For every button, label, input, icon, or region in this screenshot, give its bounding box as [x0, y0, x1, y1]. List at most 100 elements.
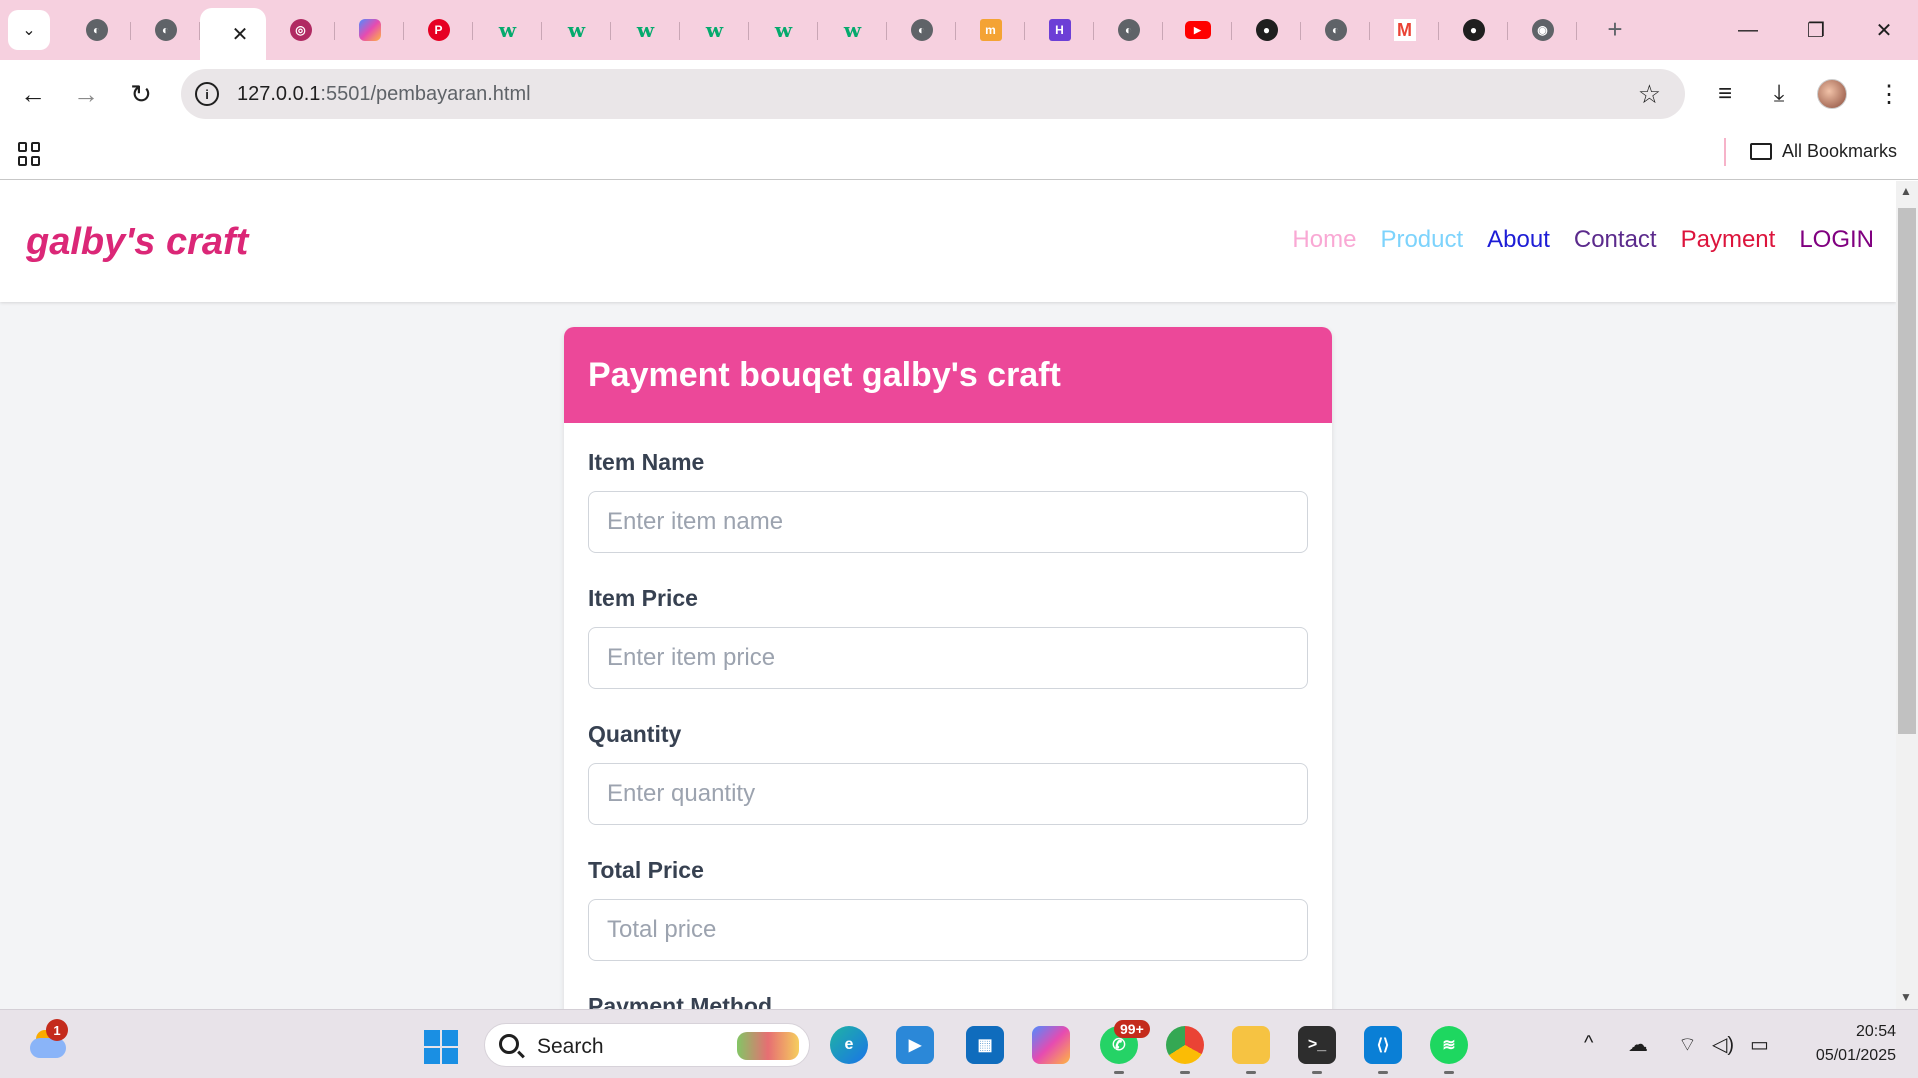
- weather-badge: 1: [46, 1019, 68, 1041]
- item-name-label: Item Name: [588, 449, 705, 475]
- tab[interactable]: w: [818, 8, 887, 52]
- w3schools-icon: w: [567, 18, 586, 42]
- file-explorer-icon[interactable]: [1232, 1026, 1270, 1064]
- nav-about[interactable]: About: [1487, 226, 1550, 254]
- tab[interactable]: w: [680, 8, 749, 52]
- download-icon[interactable]: ⤓: [1759, 74, 1799, 114]
- scroll-up-icon[interactable]: ▲: [1900, 184, 1912, 198]
- tab[interactable]: ▶: [1163, 8, 1232, 52]
- globe-icon: ◐: [910, 19, 933, 41]
- nav-contact[interactable]: Contact: [1574, 226, 1657, 254]
- site-nav: Home Product About Contact Payment LOGIN: [1292, 226, 1874, 254]
- chevron-up-icon[interactable]: ^: [1584, 1032, 1593, 1055]
- site-brand[interactable]: galby's craft: [26, 221, 248, 264]
- globe-icon: ◐: [154, 19, 177, 41]
- media-controls-icon[interactable]: ≡: [1705, 74, 1745, 114]
- w3schools-icon: w: [705, 18, 724, 42]
- minimize-button[interactable]: —: [1714, 0, 1782, 60]
- globe-icon: ◐: [1324, 19, 1347, 41]
- battery-icon[interactable]: ▭: [1750, 1032, 1769, 1057]
- nav-login[interactable]: LOGIN: [1799, 226, 1874, 254]
- restore-button[interactable]: ❐: [1782, 0, 1850, 60]
- site-info-icon[interactable]: i: [195, 82, 219, 106]
- w3schools-icon: w: [843, 18, 862, 42]
- vscode-icon[interactable]: ⟨⟩: [1364, 1026, 1402, 1064]
- nav-home[interactable]: Home: [1292, 226, 1356, 254]
- tab[interactable]: ◐: [131, 8, 200, 52]
- tab[interactable]: ◐: [1094, 8, 1163, 52]
- gmail-icon: M: [1393, 19, 1416, 41]
- onedrive-icon[interactable]: ☁: [1628, 1032, 1648, 1057]
- new-tab-button[interactable]: +: [1600, 14, 1630, 44]
- start-button[interactable]: [424, 1030, 458, 1064]
- moodle-icon: m: [979, 19, 1002, 41]
- tab-active[interactable]: ✕: [200, 8, 266, 60]
- clock-time: 20:54: [1855, 1023, 1896, 1040]
- close-tab-icon[interactable]: ✕: [232, 22, 249, 47]
- brain-icon: ◎: [289, 19, 312, 41]
- back-button[interactable]: ←: [13, 74, 53, 114]
- running-indicator: [1312, 1071, 1322, 1074]
- h-icon: H: [1048, 19, 1071, 41]
- tab[interactable]: M: [1370, 8, 1439, 52]
- terminal-icon[interactable]: >_: [1298, 1026, 1336, 1064]
- store-icon[interactable]: ▦: [966, 1026, 1004, 1064]
- tab-search-button[interactable]: ⌄: [8, 10, 50, 50]
- payment-form: Item Name Item Price Quantity Total Pric…: [564, 423, 1332, 1009]
- tab[interactable]: w: [749, 8, 818, 52]
- tab[interactable]: ●: [1439, 8, 1508, 52]
- taskbar-search[interactable]: Search: [484, 1023, 810, 1067]
- wifi-icon[interactable]: ⌔: [1678, 1032, 1697, 1057]
- tab[interactable]: w: [611, 8, 680, 52]
- youtube-icon: ▶: [1184, 21, 1211, 39]
- scroll-down-icon[interactable]: ▼: [1900, 990, 1912, 1004]
- quantity-label: Quantity: [588, 721, 682, 747]
- tab[interactable]: ◐: [62, 8, 131, 52]
- tab[interactable]: ◐: [1301, 8, 1370, 52]
- media-player-icon[interactable]: ▶: [896, 1026, 934, 1064]
- tab[interactable]: ◉: [1508, 8, 1577, 52]
- folder-icon: [1750, 143, 1772, 160]
- system-clock[interactable]: 20:54 05/01/2025: [1796, 1020, 1896, 1068]
- w3schools-icon: w: [498, 18, 517, 42]
- url-host: 127.0.0.1: [237, 83, 321, 105]
- menu-kebab-icon[interactable]: ⋮: [1869, 74, 1909, 114]
- volume-icon[interactable]: ◁): [1712, 1032, 1734, 1057]
- payment-title: Payment bouqet galby's craft: [588, 355, 1061, 394]
- all-bookmarks-button[interactable]: All Bookmarks: [1750, 141, 1897, 162]
- tab[interactable]: w: [542, 8, 611, 52]
- quantity-input[interactable]: [588, 763, 1308, 825]
- bookmarks-bar: All Bookmarks: [0, 128, 1918, 180]
- tab[interactable]: ◐: [887, 8, 956, 52]
- edge-icon[interactable]: e: [830, 1026, 868, 1064]
- chrome-icon[interactable]: [1166, 1026, 1204, 1064]
- tab[interactable]: m: [956, 8, 1025, 52]
- tab[interactable]: P: [404, 8, 473, 52]
- nav-product[interactable]: Product: [1380, 226, 1463, 254]
- scrollbar-thumb[interactable]: [1898, 208, 1916, 734]
- bookmark-star-icon[interactable]: ☆: [1638, 79, 1661, 110]
- tab[interactable]: ●: [1232, 8, 1301, 52]
- item-price-input[interactable]: [588, 627, 1308, 689]
- spotify-icon[interactable]: ≋: [1430, 1026, 1468, 1064]
- close-window-button[interactable]: ✕: [1850, 0, 1918, 60]
- profile-avatar[interactable]: [1817, 79, 1847, 109]
- forward-button[interactable]: →: [66, 74, 106, 114]
- tab[interactable]: ◎: [266, 8, 335, 52]
- page-viewport: galby's craft Home Product About Contact…: [0, 181, 1896, 1009]
- url-text[interactable]: 127.0.0.1:5501/pembayaran.html: [237, 83, 531, 106]
- total-price-input[interactable]: [588, 899, 1308, 961]
- item-name-input[interactable]: [588, 491, 1308, 553]
- pinterest-icon: P: [427, 19, 450, 41]
- tab[interactable]: [335, 8, 404, 52]
- copilot-icon[interactable]: [1032, 1026, 1070, 1064]
- apps-grid-icon[interactable]: [18, 142, 42, 166]
- nav-payment[interactable]: Payment: [1681, 226, 1776, 254]
- clock-date: 05/01/2025: [1815, 1047, 1896, 1064]
- tab[interactable]: H: [1025, 8, 1094, 52]
- tab[interactable]: w: [473, 8, 542, 52]
- w3schools-icon: w: [636, 18, 655, 42]
- address-bar[interactable]: i 127.0.0.1:5501/pembayaran.html ☆: [181, 69, 1685, 119]
- reload-button[interactable]: ↻: [121, 74, 161, 114]
- browser-toolbar: ← → ↻ i 127.0.0.1:5501/pembayaran.html ☆…: [0, 60, 1918, 128]
